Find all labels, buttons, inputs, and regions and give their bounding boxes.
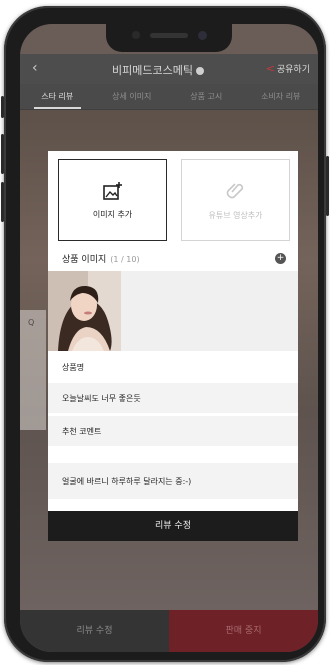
volume-up-button [1, 134, 4, 174]
review-title-value: 오늘날씨도 너무 좋은듯 [62, 393, 141, 403]
share-label: 공유하기 [276, 65, 310, 75]
screen: ‹ 비피메드코스메틱 < 공유하기 스타 리뷰 상세 이미지 상품 고시 소비자 … [20, 24, 318, 652]
product-name-field[interactable]: 상품명 [48, 356, 298, 378]
app-header: ‹ 비피메드코스메틱 < 공유하기 [20, 54, 318, 84]
add-media-buttons: 이미지 추가 유튜브 영상추가 [58, 159, 290, 241]
bottom-action-bar: 리뷰 수정 판매 중지 [20, 610, 318, 652]
image-strip [48, 271, 298, 351]
share-icon: < [265, 62, 275, 75]
tab-product-notice[interactable]: 상품 고시 [169, 84, 244, 109]
camera-icon [198, 31, 207, 40]
review-title-field[interactable]: 오늘날씨도 너무 좋은듯 [48, 383, 298, 413]
share-button[interactable]: < 공유하기 [266, 62, 310, 75]
volume-down-button [1, 182, 4, 222]
section-title: 상품 이미지 [62, 255, 107, 265]
tab-detail-image[interactable]: 상세 이미지 [95, 84, 170, 109]
back-arrow-icon[interactable]: ‹ [32, 60, 38, 76]
image-count: (1 / 10) [110, 255, 140, 264]
paperclip-icon [226, 182, 243, 198]
background-panel: Q [20, 310, 46, 430]
stop-sale-button[interactable]: 판매 중지 [169, 610, 318, 652]
background-label: Q [28, 318, 35, 327]
add-image-icon [102, 181, 122, 200]
portrait-image [48, 271, 121, 351]
product-image-section-header: 상품 이미지 (1 / 10) + [62, 252, 286, 268]
add-image-label: 이미지 추가 [92, 209, 133, 219]
review-photo[interactable] [48, 271, 121, 351]
tab-consumer-review[interactable]: 소비자 리뷰 [244, 84, 319, 109]
phone-frame: ‹ 비피메드코스메틱 < 공유하기 스타 리뷰 상세 이미지 상품 고시 소비자 … [1, 6, 329, 662]
speaker-grille [150, 33, 188, 38]
product-name-label: 상품명 [62, 362, 85, 372]
add-circle-icon[interactable]: + [275, 253, 286, 264]
sensor-icon [132, 31, 140, 39]
add-video-label: 유튜브 영상추가 [208, 210, 263, 220]
review-body-value: 얼굴에 바르니 하루하루 달라지는 중:-) [62, 476, 192, 486]
notch [106, 24, 232, 52]
page-title: 비피메드코스메틱 [112, 62, 204, 78]
tab-star-review[interactable]: 스타 리뷰 [20, 84, 95, 109]
add-image-button[interactable]: 이미지 추가 [58, 159, 167, 241]
edit-review-button[interactable]: 리뷰 수정 [20, 610, 169, 652]
mute-switch [1, 96, 4, 118]
review-edit-modal: 이미지 추가 유튜브 영상추가 상품 이미지 (1 / 10) + 상품명 오늘… [48, 151, 298, 541]
recommend-comment-field[interactable]: 추천 코멘트 [48, 416, 298, 446]
submit-review-button[interactable]: 리뷰 수정 [48, 511, 298, 541]
power-button [326, 156, 329, 216]
review-body-field[interactable]: 얼굴에 바르니 하루하루 달라지는 중:-) [48, 463, 298, 499]
recommend-comment-label: 추천 코멘트 [62, 426, 102, 436]
tab-bar: 스타 리뷰 상세 이미지 상품 고시 소비자 리뷰 [20, 84, 318, 110]
add-video-button[interactable]: 유튜브 영상추가 [181, 159, 290, 241]
verified-icon [195, 67, 204, 75]
